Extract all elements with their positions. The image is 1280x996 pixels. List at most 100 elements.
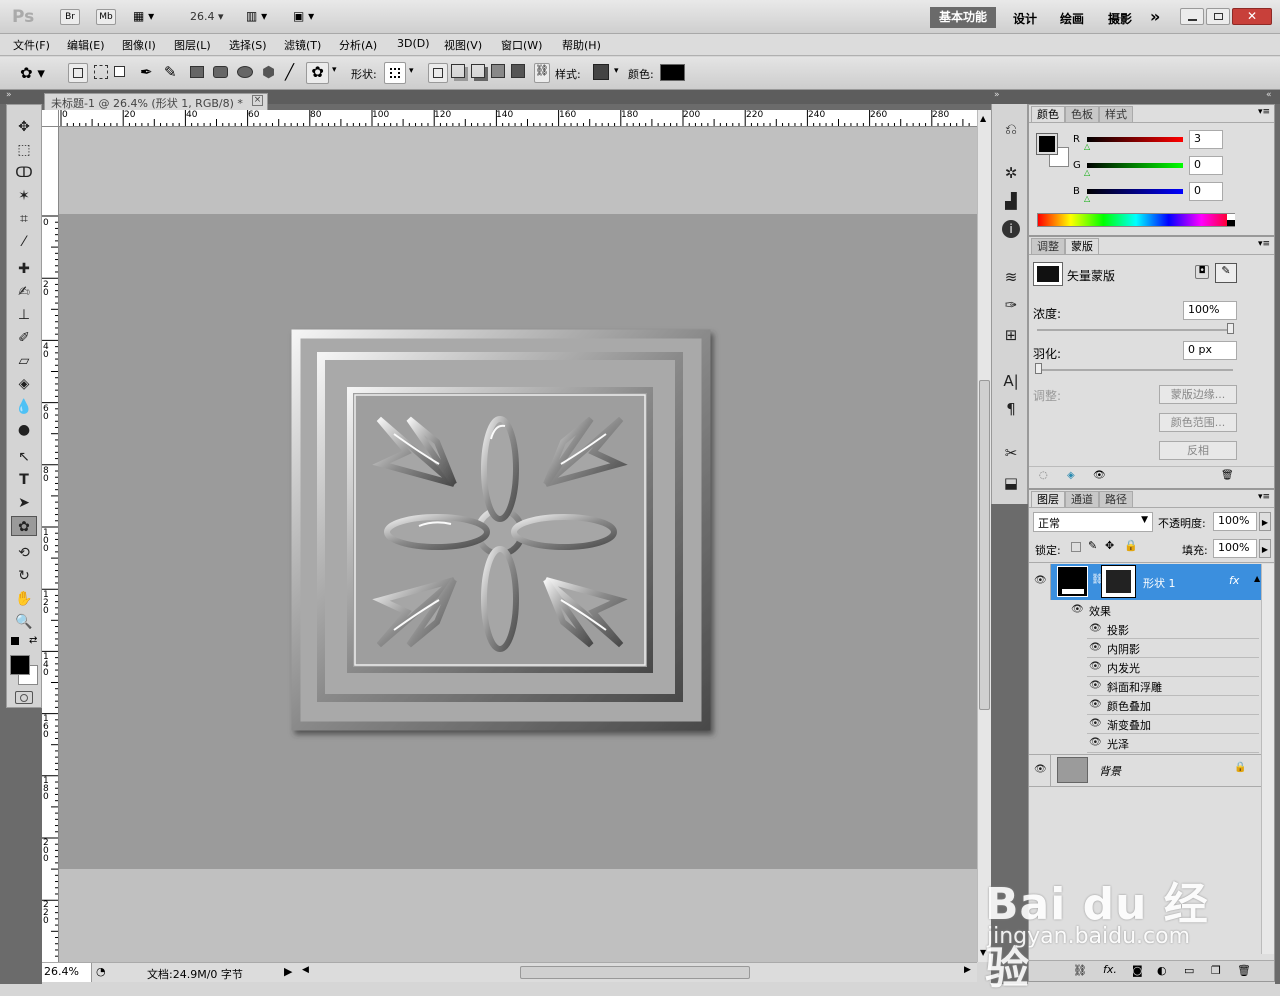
shape-picker[interactable]: [384, 62, 406, 84]
fill-pixels-icon[interactable]: [114, 66, 125, 77]
navigator-panel-icon[interactable]: ✲: [1000, 162, 1022, 184]
b-value-field[interactable]: 0: [1189, 182, 1223, 201]
vertical-ruler[interactable]: 0 2 0 4 0 6 0 8 0 1 0 0 1 2 0 1 4 0 1 6 …: [42, 127, 59, 962]
style-picker-dropdown[interactable]: ▾: [614, 66, 619, 76]
shape-picker-dropdown[interactable]: ▾: [409, 66, 414, 76]
bridge-button[interactable]: Br: [60, 9, 80, 25]
color-panel-fg-swatch[interactable]: [1036, 133, 1058, 155]
custom-shape-icon[interactable]: ✿: [306, 62, 329, 84]
effect-row[interactable]: 👁 光泽: [1087, 734, 1259, 753]
mini-bridge-button[interactable]: Mb: [96, 9, 116, 25]
status-info-icon[interactable]: ◔: [96, 965, 106, 978]
shape-options-dropdown[interactable]: ▾: [332, 65, 337, 75]
shape-layers-icon[interactable]: [68, 63, 88, 83]
magic-wand-tool-icon[interactable]: ✶: [11, 186, 37, 206]
layers-scrollbar[interactable]: [1261, 564, 1274, 954]
effect-eye-icon[interactable]: 👁: [1089, 642, 1102, 653]
rectangle-shape-icon[interactable]: [190, 66, 204, 78]
lock-position-icon[interactable]: ✥: [1105, 539, 1114, 552]
vector-mask-button[interactable]: ✎: [1215, 263, 1237, 283]
density-slider[interactable]: [1037, 329, 1233, 331]
effect-row[interactable]: 👁 渐变叠加: [1087, 715, 1259, 734]
menu-select[interactable]: 选择(S): [229, 37, 267, 53]
menu-image[interactable]: 图像(I): [122, 37, 156, 53]
brush-panel-icon[interactable]: ✑: [1000, 294, 1022, 316]
horizontal-scroll-thumb[interactable]: [520, 966, 750, 979]
tab-adjustments[interactable]: 调整: [1031, 238, 1065, 254]
b-slider[interactable]: [1087, 189, 1183, 194]
3d-rotate-tool-icon[interactable]: ⟲: [11, 543, 37, 563]
vertical-scroll-thumb[interactable]: [979, 380, 990, 710]
collapse-panels-icon[interactable]: «: [1266, 90, 1272, 100]
close-window-button[interactable]: ✕: [1232, 8, 1272, 25]
workspace-design[interactable]: 设计: [1013, 10, 1037, 27]
tab-layers[interactable]: 图层: [1031, 491, 1065, 507]
freeform-pen-icon[interactable]: ✎: [164, 63, 177, 81]
mask-edge-button[interactable]: 蒙版边缘...: [1159, 385, 1237, 404]
delete-mask-icon[interactable]: 🗑: [1221, 470, 1234, 481]
clone-source-icon[interactable]: ⊞: [1000, 324, 1022, 346]
effect-row[interactable]: 👁 内阴影: [1087, 639, 1259, 658]
arrange-documents-dropdown[interactable]: ▥ ▾: [246, 9, 267, 23]
character-panel-icon[interactable]: A|: [1000, 370, 1022, 392]
workspace-painting[interactable]: 绘画: [1060, 10, 1084, 27]
apply-mask-icon[interactable]: ◈: [1067, 470, 1075, 481]
vertical-scrollbar[interactable]: ▲ ▼: [977, 110, 991, 962]
eyedropper-tool-icon[interactable]: ⁄: [11, 232, 37, 252]
marquee-tool-icon[interactable]: ⬚: [11, 140, 37, 160]
shape-color-swatch[interactable]: [660, 64, 685, 81]
scroll-right-icon[interactable]: ▶: [964, 965, 971, 975]
effects-eye-icon[interactable]: 👁: [1071, 604, 1084, 615]
effect-eye-icon[interactable]: 👁: [1089, 718, 1102, 729]
collapse-toolbox-icon[interactable]: »: [6, 90, 12, 100]
workspace-photography[interactable]: 摄影: [1108, 10, 1132, 27]
status-menu-arrow-icon[interactable]: ▶: [284, 965, 292, 978]
more-workspaces-icon[interactable]: »: [1150, 7, 1160, 26]
tab-paths[interactable]: 路径: [1099, 491, 1133, 507]
g-slider-handle[interactable]: △: [1084, 168, 1090, 177]
3d-orbit-tool-icon[interactable]: ↻: [11, 566, 37, 586]
history-panel-icon[interactable]: ⎌: [1000, 118, 1022, 140]
zoom-field[interactable]: 26.4%: [42, 963, 92, 982]
ellipse-shape-icon[interactable]: [237, 66, 253, 78]
paths-icon[interactable]: [94, 65, 108, 79]
pen-tool-icon[interactable]: ✒: [140, 63, 153, 81]
menu-help[interactable]: 帮助(H): [562, 37, 601, 53]
menu-filter[interactable]: 滤镜(T): [284, 37, 321, 53]
layer-fx-icon[interactable]: fx: [1229, 574, 1239, 587]
g-value-field[interactable]: 0: [1189, 156, 1223, 175]
custom-shape-tool-icon[interactable]: ✿: [11, 516, 37, 536]
tab-color[interactable]: 颜色: [1031, 106, 1065, 122]
intersect-shape-area-icon[interactable]: [491, 64, 505, 78]
clone-stamp-tool-icon[interactable]: ⊥: [11, 305, 37, 325]
hand-tool-icon[interactable]: ✋: [11, 589, 37, 609]
background-eye-icon[interactable]: 👁: [1034, 764, 1047, 775]
feather-field[interactable]: 0 px: [1183, 341, 1237, 360]
exclude-shape-area-icon[interactable]: [511, 64, 525, 78]
blur-tool-icon[interactable]: 💧: [11, 397, 37, 417]
menu-window[interactable]: 窗口(W): [501, 37, 542, 53]
zoom-tool-icon[interactable]: 🔍: [11, 612, 37, 632]
horizontal-ruler[interactable]: 0 20 40 60 80 100 120 140 160 180 200 22…: [59, 110, 977, 127]
dodge-tool-icon[interactable]: ●: [11, 420, 37, 440]
menu-view[interactable]: 视图(V): [444, 37, 482, 53]
fill-field[interactable]: 100%: [1213, 539, 1257, 558]
effect-eye-icon[interactable]: 👁: [1089, 737, 1102, 748]
layer-row-background[interactable]: 👁 背景 🔒: [1029, 755, 1261, 787]
paragraph-panel-icon[interactable]: ¶: [1000, 398, 1022, 420]
effect-eye-icon[interactable]: 👁: [1089, 680, 1102, 691]
menu-analysis[interactable]: 分析(A): [339, 37, 377, 53]
invert-button[interactable]: 反相: [1159, 441, 1237, 460]
rounded-rect-shape-icon[interactable]: [213, 66, 228, 78]
workspace-essentials[interactable]: 基本功能: [930, 7, 996, 28]
healing-brush-tool-icon[interactable]: ✚: [11, 259, 37, 279]
pixel-mask-button[interactable]: ◘: [1195, 265, 1209, 279]
restore-button[interactable]: [1206, 8, 1230, 25]
history-brush-tool-icon[interactable]: ✐: [11, 328, 37, 348]
zoom-level[interactable]: 26.4 ▾: [190, 10, 224, 23]
tab-channels[interactable]: 通道: [1065, 491, 1099, 507]
quick-mask-icon[interactable]: [15, 691, 33, 704]
opacity-dropdown-icon[interactable]: ▶: [1259, 512, 1271, 531]
view-extras-dropdown[interactable]: ▦ ▾: [133, 9, 165, 25]
black-white-ramp[interactable]: [1227, 214, 1235, 226]
